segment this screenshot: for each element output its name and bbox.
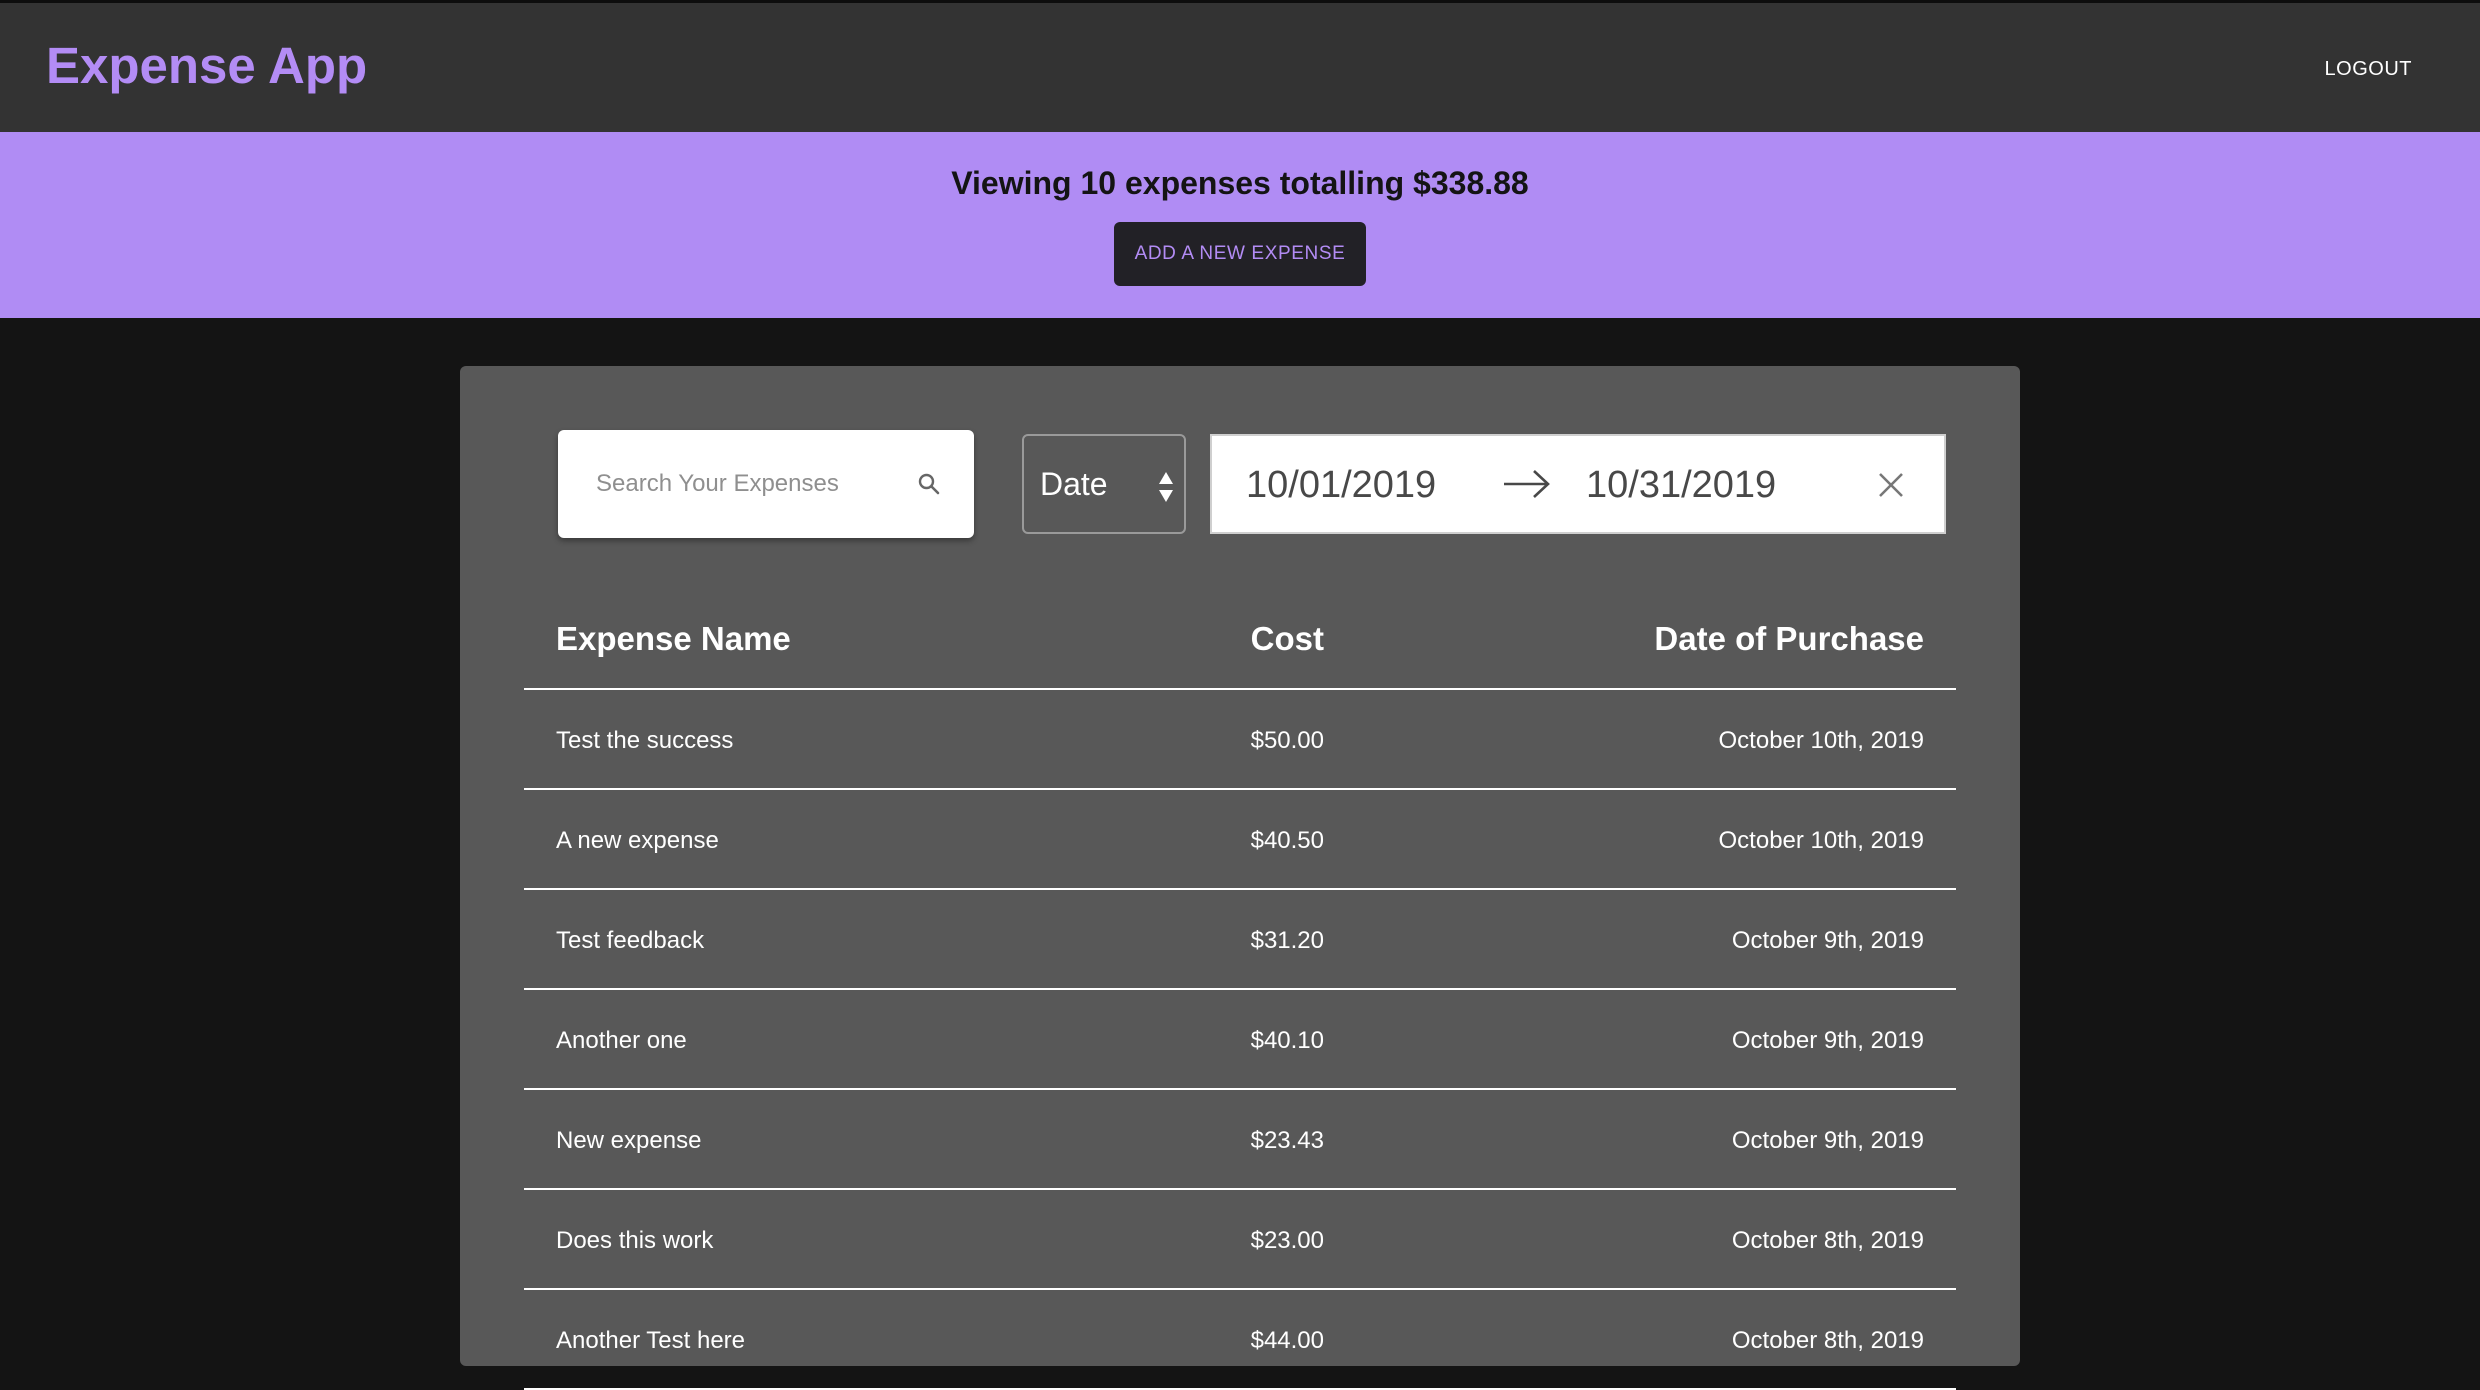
expense-panel: Date 10/01/2019 10/31/2019 Expense Name … bbox=[460, 366, 2020, 1390]
expense-name-cell: New expense bbox=[556, 1127, 702, 1154]
start-date-input[interactable]: 10/01/2019 bbox=[1246, 464, 1436, 507]
table-header: Expense Name Cost Date of Purchase bbox=[524, 586, 1956, 690]
expense-date-cell: October 10th, 2019 bbox=[1718, 727, 1924, 754]
expense-date-cell: October 8th, 2019 bbox=[1731, 1227, 1924, 1254]
table-row[interactable]: Test the success $50.00 October 10th, 2019 bbox=[524, 690, 1956, 790]
search-icon[interactable] bbox=[916, 471, 942, 497]
expense-cost-cell: $23.00 bbox=[1250, 1227, 1324, 1254]
table-body: Test the success $50.00 October 10th, 2019… bbox=[524, 690, 1956, 1390]
column-header-cost: Cost bbox=[1250, 620, 1324, 657]
expense-table: Expense Name Cost Date of Purchase Test … bbox=[524, 586, 1956, 1390]
expense-name-cell: Another Test here bbox=[556, 1327, 746, 1354]
table-row[interactable]: A new expense $40.50 October 10th, 2019 bbox=[524, 790, 1956, 890]
close-icon[interactable] bbox=[1876, 470, 1906, 500]
table-row[interactable]: New expense $23.43 October 9th, 2019 bbox=[524, 1090, 1956, 1190]
table-row[interactable]: Another one $40.10 October 9th, 2019 bbox=[524, 990, 1956, 1090]
app-title[interactable]: Expense App bbox=[46, 36, 367, 95]
expense-name-cell: Does this work bbox=[556, 1227, 714, 1254]
expense-cost-cell: $23.43 bbox=[1250, 1127, 1324, 1154]
expense-cost-cell: $50.00 bbox=[1250, 727, 1324, 754]
expense-name-cell: Test feedback bbox=[556, 927, 705, 954]
expense-date-cell: October 8th, 2019 bbox=[1731, 1327, 1924, 1354]
table-row[interactable]: Test feedback $31.20 October 9th, 2019 bbox=[524, 890, 1956, 990]
top-navbar: Expense App LOGOUT bbox=[0, 0, 2480, 132]
end-date-input[interactable]: 10/31/2019 bbox=[1586, 464, 1776, 507]
expense-cost-cell: $31.20 bbox=[1250, 927, 1324, 954]
arrow-right-icon bbox=[1504, 470, 1550, 498]
date-range-picker[interactable]: 10/01/2019 10/31/2019 bbox=[1210, 434, 1946, 534]
sort-select[interactable]: Date bbox=[1022, 434, 1186, 534]
expense-date-cell: October 9th, 2019 bbox=[1731, 1127, 1924, 1154]
column-header-date: Date of Purchase bbox=[1654, 620, 1924, 657]
sort-select-value: Date bbox=[1040, 466, 1108, 502]
column-header-name: Expense Name bbox=[556, 620, 791, 657]
expense-date-cell: October 10th, 2019 bbox=[1718, 827, 1924, 854]
expense-name-cell: A new expense bbox=[556, 827, 719, 854]
expense-name-cell: Test the success bbox=[556, 727, 734, 754]
add-expense-button[interactable]: ADD A NEW EXPENSE bbox=[1114, 222, 1366, 286]
expense-cost-cell: $44.00 bbox=[1250, 1327, 1324, 1354]
expense-name-cell: Another one bbox=[556, 1027, 687, 1054]
search-input[interactable] bbox=[596, 460, 896, 508]
expense-cost-cell: $40.10 bbox=[1250, 1027, 1324, 1054]
table-row[interactable]: Does this work $23.00 October 8th, 2019 bbox=[524, 1190, 1956, 1290]
sort-arrows-icon bbox=[1159, 472, 1173, 502]
search-box[interactable] bbox=[558, 430, 974, 538]
expense-cost-cell: $40.50 bbox=[1250, 827, 1324, 854]
expense-date-cell: October 9th, 2019 bbox=[1731, 1027, 1924, 1054]
expense-summary-text: Viewing 10 expenses totalling $338.88 bbox=[951, 165, 1529, 201]
table-row[interactable]: Another Test here $44.00 October 8th, 2019 bbox=[524, 1290, 1956, 1390]
logout-button[interactable]: LOGOUT bbox=[2325, 58, 2412, 81]
summary-banner: Viewing 10 expenses totalling $338.88 AD… bbox=[0, 132, 2480, 318]
expense-date-cell: October 9th, 2019 bbox=[1731, 927, 1924, 954]
